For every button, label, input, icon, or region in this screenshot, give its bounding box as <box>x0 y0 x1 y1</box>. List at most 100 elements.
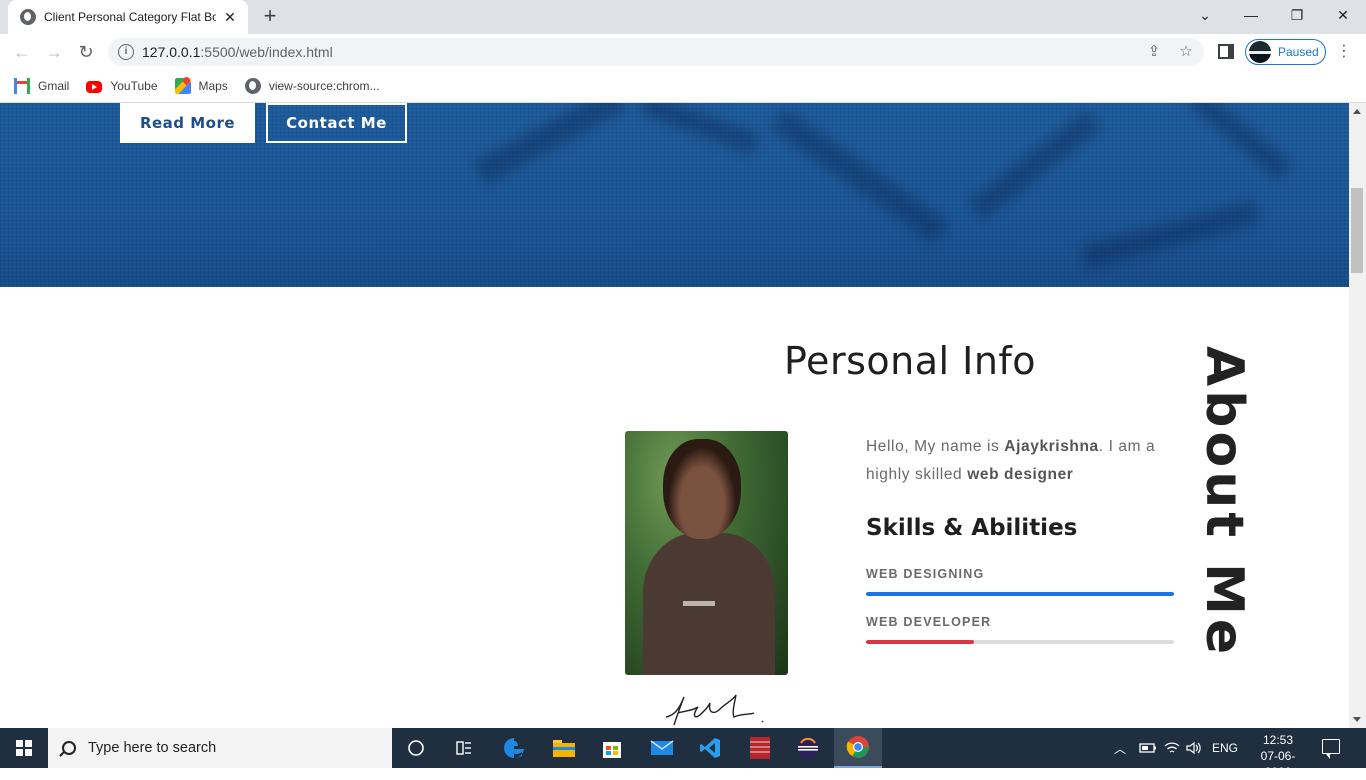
bookmark-maps[interactable]: Maps <box>174 78 228 94</box>
store-app[interactable] <box>588 728 636 768</box>
read-more-button[interactable]: Read More <box>120 103 255 143</box>
speaker-glyph <box>1186 741 1201 755</box>
reload-icon[interactable]: ↻ <box>74 40 98 64</box>
url-path: :5500/web/index.html <box>200 44 333 60</box>
maximize-button[interactable]: ❐ <box>1274 0 1320 30</box>
browser-tab[interactable]: Client Personal Category Flat Boo ✕ <box>8 0 248 34</box>
person-role: web designer <box>967 466 1074 483</box>
tab-search-button[interactable]: ⌄ <box>1182 0 1228 30</box>
folder-icon <box>553 740 575 757</box>
signature <box>665 694 764 726</box>
widgets-button[interactable] <box>440 728 488 768</box>
address-bar[interactable]: i 127.0.0.1:5500/web/index.html ⇪ ☆ <box>108 38 1204 66</box>
url-host: 127.0.0.1 <box>142 44 201 60</box>
search-placeholder: Type here to search <box>88 740 217 756</box>
hero-banner: Read More Contact Me <box>0 103 1349 287</box>
bookmarks-bar: Gmail YouTube Maps view-source:chrom... <box>0 70 1366 103</box>
photo-head <box>663 439 741 539</box>
hero-background-shape <box>968 109 1102 221</box>
clock-time: 12:53 <box>1262 733 1294 747</box>
tab-title: Client Personal Category Flat Boo <box>44 10 216 24</box>
hero-background-shape <box>639 103 761 155</box>
wifi-icon[interactable] <box>1164 728 1180 768</box>
skill-label: WEB DESIGNING <box>866 567 985 581</box>
scroll-up-icon[interactable] <box>1353 109 1361 114</box>
battery-icon[interactable] <box>1139 728 1157 768</box>
winrar-icon <box>750 737 770 759</box>
skill-progress-bar <box>866 592 1174 596</box>
maps-icon <box>174 78 191 94</box>
browser-toolbar: ← → ↻ i 127.0.0.1:5500/web/index.html ⇪ … <box>0 34 1366 70</box>
profile-photo <box>625 431 788 675</box>
skill-label: WEB DEVELOPER <box>866 615 992 629</box>
hero-background-shape <box>770 107 950 245</box>
gmail-icon <box>14 78 30 94</box>
skills-heading: Skills & Abilities <box>866 515 1078 541</box>
clock-date: 07-06-2022 <box>1260 749 1296 779</box>
hero-background-shape <box>473 103 627 186</box>
skill-progress-fill <box>866 640 974 644</box>
intro-paragraph: Hello, My name is Ajaykrishna. I am a hi… <box>866 433 1176 489</box>
battery-glyph <box>1139 743 1156 753</box>
share-icon[interactable]: ⇪ <box>1144 42 1164 62</box>
taskbar-clock[interactable]: 12:53 07-06-2022 <box>1252 732 1304 780</box>
avatar <box>1249 41 1271 63</box>
tab-strip: Client Personal Category Flat Boo ✕ + ⌄ … <box>0 0 1366 34</box>
globe-icon <box>20 9 36 25</box>
forward-icon[interactable]: → <box>42 40 66 64</box>
person-name: Ajaykrishna <box>1004 438 1099 455</box>
menu-kebab-icon[interactable]: ⋮ <box>1336 40 1352 64</box>
start-button[interactable] <box>0 728 48 768</box>
bookmark-label: view-source:chrom... <box>268 79 380 93</box>
mail-app[interactable] <box>638 728 686 768</box>
search-icon <box>62 741 76 755</box>
eclipse-app[interactable] <box>784 728 832 768</box>
volume-icon[interactable] <box>1186 728 1202 768</box>
task-view-button[interactable] <box>392 728 440 768</box>
vertical-heading-text: About Me <box>1194 346 1254 659</box>
contact-me-button[interactable]: Contact Me <box>266 103 407 143</box>
bookmark-youtube[interactable]: YouTube <box>86 79 158 93</box>
bookmark-label: Gmail <box>38 79 70 93</box>
store-icon <box>603 742 621 758</box>
youtube-icon <box>86 81 103 93</box>
minimize-button[interactable]: — <box>1228 0 1274 30</box>
scroll-down-icon[interactable] <box>1353 717 1361 722</box>
vscode-app[interactable] <box>686 728 734 768</box>
chrome-app[interactable] <box>834 728 882 768</box>
skill-progress-bar <box>866 640 1174 644</box>
profile-button[interactable]: Paused <box>1245 39 1326 65</box>
bookmark-label: YouTube <box>110 79 158 93</box>
section-title: Personal Info <box>784 339 1037 383</box>
url-text[interactable]: 127.0.0.1:5500/web/index.html <box>142 44 333 60</box>
site-info-icon[interactable]: i <box>118 44 134 60</box>
mail-icon <box>650 740 674 755</box>
bookmark-label: Maps <box>198 79 228 93</box>
edge-app[interactable] <box>490 728 538 768</box>
bookmark-gmail[interactable]: Gmail <box>14 78 69 94</box>
winrar-app[interactable] <box>736 728 784 768</box>
vertical-scrollbar[interactable] <box>1349 103 1366 728</box>
bookmark-star-icon[interactable]: ☆ <box>1176 42 1196 62</box>
task-view-icon <box>408 740 424 756</box>
windows-logo-icon <box>16 740 32 756</box>
photo-shirt-print <box>683 601 715 606</box>
language-indicator[interactable]: ENG <box>1212 728 1238 768</box>
notifications-icon[interactable] <box>1322 739 1340 759</box>
chevron-up-icon: ︿ <box>1114 741 1127 756</box>
back-icon[interactable]: ← <box>10 40 34 64</box>
file-explorer-app[interactable] <box>540 728 588 768</box>
hero-background-shape <box>1079 200 1261 270</box>
windows-taskbar: Type here to search ︿ ENG 12:53 07-06-20… <box>0 728 1366 779</box>
scrollbar-thumb[interactable] <box>1351 188 1363 273</box>
new-tab-button[interactable]: + <box>258 4 282 28</box>
taskbar-search[interactable]: Type here to search <box>48 728 392 768</box>
tab-close-icon[interactable]: ✕ <box>222 9 238 26</box>
show-hidden-icons[interactable]: ︿ <box>1114 728 1126 768</box>
side-panel-icon[interactable] <box>1218 44 1234 59</box>
hero-background-shape <box>1186 103 1294 181</box>
vscode-icon <box>700 738 720 758</box>
close-window-button[interactable]: ✕ <box>1320 0 1366 30</box>
intro-prefix: Hello, My name is <box>866 438 1005 455</box>
bookmark-view-source[interactable]: view-source:chrom... <box>244 78 380 94</box>
